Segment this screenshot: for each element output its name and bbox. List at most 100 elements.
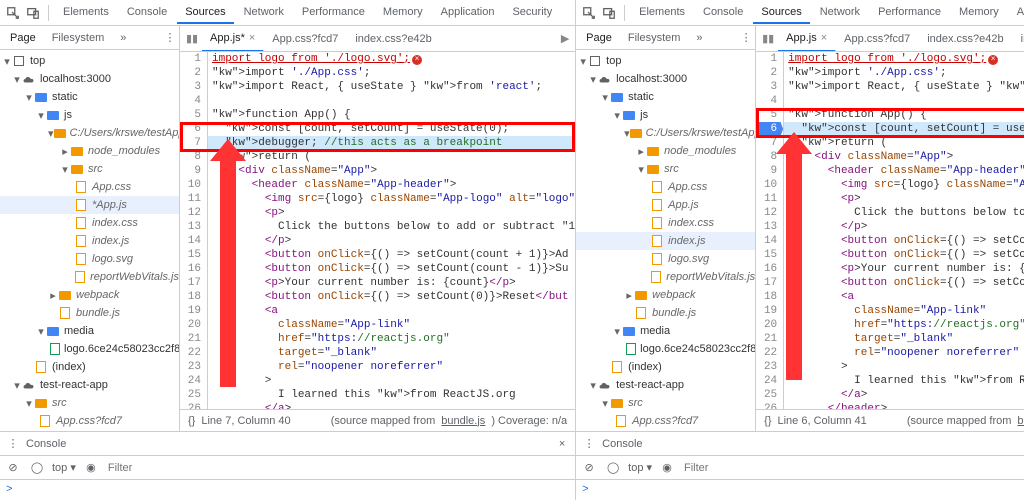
tree-file-active[interactable]: *App.js xyxy=(0,196,179,214)
more-icon[interactable]: ⋮ xyxy=(4,435,22,453)
context-selector[interactable]: top ▾ xyxy=(628,461,652,474)
code-editor[interactable]: 1234567891011121314151617181920212223242… xyxy=(180,52,575,409)
tree-src[interactable]: ▾src xyxy=(0,160,179,178)
tree-top[interactable]: ▾top xyxy=(0,52,179,70)
tree-top[interactable]: ▾top xyxy=(576,52,755,70)
file-tab[interactable]: index.css?e42b xyxy=(347,26,440,52)
sidebar-tab-filesystem[interactable]: Filesystem xyxy=(46,29,111,47)
sidebar-tab-page[interactable]: Page xyxy=(4,29,42,47)
sidebar-tab-more[interactable]: » xyxy=(114,29,132,47)
tree-file[interactable]: App.css?fcd7 xyxy=(576,412,755,430)
tree-src[interactable]: ▾src xyxy=(576,160,755,178)
braces-icon[interactable]: {} xyxy=(188,415,195,427)
tree-file[interactable]: App.css xyxy=(576,178,755,196)
panel-tab-elements[interactable]: Elements xyxy=(631,2,693,24)
chevron-right-icon[interactable]: ▶ xyxy=(555,32,575,45)
tree-cloud-app[interactable]: ▾test-react-app xyxy=(0,376,179,394)
tree-logo-hash[interactable]: logo.6ce24c58023cc2f8 xyxy=(576,340,755,358)
tree-node-modules[interactable]: ▸node_modules xyxy=(0,142,179,160)
close-icon[interactable]: × xyxy=(553,435,571,453)
source-map-link[interactable]: bundle.js xyxy=(441,415,485,427)
tree-file[interactable]: reportWebVitals.js xyxy=(0,268,179,286)
console-tab[interactable]: Console xyxy=(602,438,642,450)
panel-tab-memory[interactable]: Memory xyxy=(375,2,431,24)
tree-domain[interactable]: ▾localhost:3000 xyxy=(576,70,755,88)
panel-tab-application[interactable]: Application xyxy=(433,2,503,24)
panel-tab-sources[interactable]: Sources xyxy=(177,2,233,24)
tree-node-modules[interactable]: ▸node_modules xyxy=(576,142,755,160)
console-tab[interactable]: Console xyxy=(26,438,66,450)
tabs-menu-icon[interactable]: ▮▮ xyxy=(182,32,202,45)
file-tree[interactable]: ▾top ▾localhost:3000 ▾static ▾js ▾C:/Use… xyxy=(576,50,755,431)
tree-media[interactable]: ▾media xyxy=(0,322,179,340)
tree-static[interactable]: ▾static xyxy=(576,88,755,106)
more-icon[interactable]: ⋮ xyxy=(161,29,179,47)
file-tab-active[interactable]: App.js× xyxy=(778,26,836,52)
device-toggle-icon[interactable] xyxy=(24,4,42,22)
panel-tab-performance[interactable]: Performance xyxy=(870,2,949,24)
panel-tab-application[interactable]: Application xyxy=(1009,2,1024,24)
tree-cloud-src[interactable]: ▾src xyxy=(576,394,755,412)
clear-icon[interactable]: ◯ xyxy=(604,459,622,477)
panel-tab-network[interactable]: Network xyxy=(812,2,868,24)
panel-tab-performance[interactable]: Performance xyxy=(294,2,373,24)
tree-webpack[interactable]: ▸webpack xyxy=(0,286,179,304)
tree-bundle[interactable]: bundle.js xyxy=(0,304,179,322)
console-prompt[interactable]: > xyxy=(576,480,1024,500)
panel-tab-network[interactable]: Network xyxy=(236,2,292,24)
tree-index[interactable]: (index) xyxy=(0,358,179,376)
close-icon[interactable]: × xyxy=(249,32,255,44)
clear-icon[interactable]: ◯ xyxy=(28,459,46,477)
tree-cloud-app[interactable]: ▾test-react-app xyxy=(576,376,755,394)
tree-file[interactable]: reportWebVitals.js xyxy=(576,268,755,286)
inspect-icon[interactable] xyxy=(580,4,598,22)
panel-tab-console[interactable]: Console xyxy=(119,2,175,24)
stop-icon[interactable]: ⊘ xyxy=(4,459,22,477)
file-tab[interactable]: index.js xyxy=(1013,26,1024,52)
device-toggle-icon[interactable] xyxy=(600,4,618,22)
panel-tab-memory[interactable]: Memory xyxy=(951,2,1007,24)
console-prompt[interactable]: > xyxy=(0,480,575,500)
context-selector[interactable]: top ▾ xyxy=(52,461,76,474)
panel-tab-security[interactable]: Security xyxy=(504,2,560,24)
file-tree[interactable]: ▾top ▾localhost:3000 ▾static ▾js ▾C:/Use… xyxy=(0,50,179,431)
eye-icon[interactable]: ◉ xyxy=(658,459,676,477)
tree-media[interactable]: ▾media xyxy=(576,322,755,340)
close-icon[interactable]: × xyxy=(821,32,827,44)
tree-file[interactable]: index.js xyxy=(0,232,179,250)
tree-file[interactable]: logo.svg xyxy=(576,250,755,268)
tree-file[interactable]: App.css?fcd7 xyxy=(0,412,179,430)
code-editor[interactable]: 1234567891011121314151617181920212223242… xyxy=(756,52,1024,409)
tree-index[interactable]: (index) xyxy=(576,358,755,376)
console-filter-input[interactable] xyxy=(106,461,571,475)
console-filter-input[interactable] xyxy=(682,461,1024,475)
tree-file[interactable]: logo.svg xyxy=(0,250,179,268)
tree-logo-hash[interactable]: logo.6ce24c58023cc2f8 xyxy=(0,340,179,358)
panel-tab-elements[interactable]: Elements xyxy=(55,2,117,24)
file-tab[interactable]: App.css?fcd7 xyxy=(836,26,919,52)
tree-file[interactable]: index.css xyxy=(0,214,179,232)
tree-path[interactable]: ▾C:/Users/krswe/testApp… xyxy=(0,124,179,142)
file-tab[interactable]: App.css?fcd7 xyxy=(264,26,347,52)
inspect-icon[interactable] xyxy=(4,4,22,22)
tree-bundle[interactable]: bundle.js xyxy=(576,304,755,322)
tree-path[interactable]: ▾C:/Users/krswe/testApp… xyxy=(576,124,755,142)
more-icon[interactable]: ⋮ xyxy=(737,29,755,47)
tree-webpack[interactable]: ▸webpack xyxy=(576,286,755,304)
tree-js[interactable]: ▾js xyxy=(0,106,179,124)
tree-static[interactable]: ▾static xyxy=(0,88,179,106)
tree-file-active[interactable]: index.js xyxy=(576,232,755,250)
tree-cloud-src[interactable]: ▾src xyxy=(0,394,179,412)
braces-icon[interactable]: {} xyxy=(764,415,771,427)
source-map-link[interactable]: bundle.js xyxy=(1017,415,1024,427)
panel-tab-sources[interactable]: Sources xyxy=(753,2,809,24)
sidebar-tab-more[interactable]: » xyxy=(690,29,708,47)
panel-tab-console[interactable]: Console xyxy=(695,2,751,24)
eye-icon[interactable]: ◉ xyxy=(82,459,100,477)
stop-icon[interactable]: ⊘ xyxy=(580,459,598,477)
tree-file[interactable]: App.css xyxy=(0,178,179,196)
tree-file[interactable]: App.js xyxy=(576,196,755,214)
tree-file[interactable]: index.css xyxy=(576,214,755,232)
sidebar-tab-page[interactable]: Page xyxy=(580,29,618,47)
file-tab-active[interactable]: App.js*× xyxy=(202,26,264,52)
